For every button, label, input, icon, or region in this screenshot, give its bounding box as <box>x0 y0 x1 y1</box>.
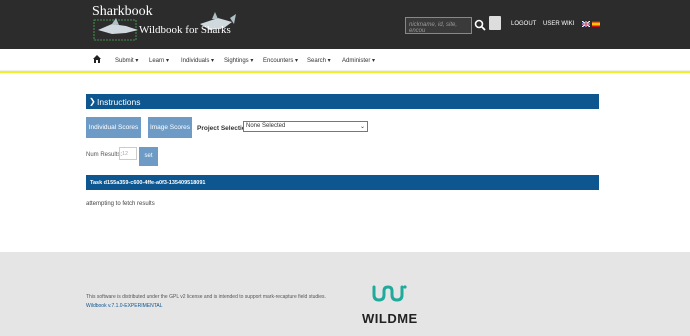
nav-submit[interactable]: Submit ▾ <box>115 57 138 64</box>
set-button[interactable]: set <box>139 147 158 166</box>
num-results-label: Num Results: <box>86 152 123 158</box>
license-text: This software is distributed under the G… <box>86 294 326 300</box>
chevron-right-icon: ❯ <box>89 97 96 106</box>
project-selection-label: Project Selection <box>197 125 250 132</box>
instructions-bar[interactable]: ❯ Instructions <box>86 94 599 109</box>
image-scores-button[interactable]: Image Scores <box>148 117 192 138</box>
accent-divider <box>0 71 690 73</box>
nav-sightings[interactable]: Sightings ▾ <box>224 57 253 64</box>
search-input[interactable]: nickname, id, site, encou <box>405 17 472 34</box>
instructions-label: Instructions <box>97 97 141 107</box>
num-results-input[interactable]: 12 <box>119 147 137 160</box>
english-flag-icon[interactable] <box>582 21 590 27</box>
nav-learn[interactable]: Learn ▾ <box>149 57 169 64</box>
site-subtitle: Wildbook for Sharks <box>139 24 231 36</box>
user-wiki-link[interactable]: USER WIKI <box>543 21 574 27</box>
chevron-down-icon: ⌄ <box>359 124 365 130</box>
status-text: attempting to fetch results <box>86 201 155 207</box>
wildme-brand-text: WILDME <box>362 311 418 326</box>
home-icon[interactable] <box>93 55 101 63</box>
nav-individuals[interactable]: Individuals ▾ <box>181 57 214 64</box>
spanish-flag-icon[interactable] <box>592 21 600 27</box>
main-nav: Submit ▾ Learn ▾ Individuals ▾ Sightings… <box>0 49 690 71</box>
nav-administer[interactable]: Administer ▾ <box>342 57 375 64</box>
version-link[interactable]: Wildbook v.7.1.0-EXPERIMENTAL <box>86 303 163 309</box>
avatar[interactable] <box>489 16 501 30</box>
wildme-logo-icon[interactable] <box>372 283 408 303</box>
site-footer: This software is distributed under the G… <box>0 252 690 336</box>
individual-scores-button[interactable]: Individual Scores <box>86 117 141 138</box>
search-icon[interactable] <box>474 19 486 31</box>
project-select[interactable]: None Selected ⌄ <box>243 121 368 132</box>
site-title[interactable]: Sharkbook <box>92 4 153 20</box>
task-bar: Task d155a359-c600-4ffe-a0f3-13540951809… <box>86 175 599 190</box>
project-select-value: None Selected <box>246 123 286 129</box>
nav-encounters[interactable]: Encounters ▾ <box>263 57 298 64</box>
nav-search[interactable]: Search ▾ <box>307 57 331 64</box>
logout-link[interactable]: LOGOUT <box>511 21 536 27</box>
site-header: Sharkbook Wildbook for Sharks nickname, … <box>0 0 690 49</box>
